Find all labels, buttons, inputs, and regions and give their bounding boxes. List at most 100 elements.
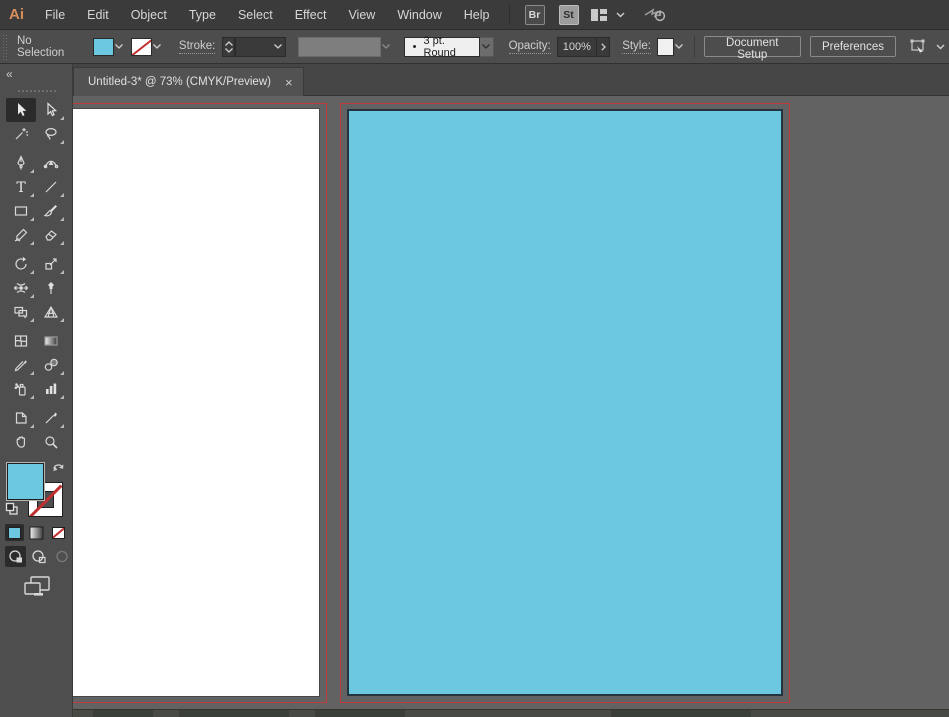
change-screen-mode-icon[interactable] [22,574,52,600]
document-tab-bar: Untitled-3* @ 73% (CMYK/Preview) × [73,64,949,96]
fill-proxy-swatch[interactable] [7,463,44,500]
stock-button[interactable]: St [558,4,579,25]
gradient-tool[interactable] [36,329,66,353]
brush-definition-chevron-icon[interactable] [479,36,494,57]
selection-status: No Selection [17,34,65,59]
document-tab[interactable]: Untitled-3* @ 73% (CMYK/Preview) × [73,67,304,96]
brush-definition-dropdown[interactable]: • 3 pt. Round [403,34,480,59]
perspective-grid-tool[interactable] [36,300,66,324]
canvas-area[interactable] [73,96,949,717]
opacity-chevron-icon[interactable] [597,36,611,57]
fill-stroke-proxy [5,460,69,522]
stroke-color-swatch[interactable] [130,37,152,56]
puppet-warp-tool[interactable] [36,276,66,300]
gpu-performance-icon[interactable] [643,6,667,24]
eyedropper-tool[interactable] [6,353,36,377]
style-chevron-icon[interactable] [674,38,685,56]
opacity-label[interactable]: Opacity: [508,40,551,54]
tools-panel: « T [0,64,73,717]
zoom-tool[interactable] [36,430,66,454]
variable-width-profile-chevron-icon [381,38,392,56]
fill-color-chevron-icon[interactable] [114,38,125,56]
menu-edit[interactable]: Edit [76,0,120,30]
svg-text:T: T [16,180,26,195]
panel-grip[interactable] [2,33,8,60]
status-bar-fragment [611,710,751,717]
stroke-weight-dropdown[interactable] [235,36,286,57]
draw-inside-button [51,546,72,567]
menu-view[interactable]: View [337,0,386,30]
artboard-1[interactable] [73,108,320,697]
status-bar [73,709,949,717]
lasso-tool[interactable] [36,122,66,146]
mesh-tool[interactable] [6,329,36,353]
draw-behind-button[interactable] [28,546,49,567]
artboard-tool[interactable] [6,406,36,430]
preferences-button[interactable]: Preferences [809,36,896,57]
menu-separator [508,4,510,25]
style-swatch[interactable] [656,37,674,56]
rotate-tool[interactable] [6,252,36,276]
magic-wand-tool[interactable] [6,122,36,146]
style-label[interactable]: Style: [622,40,651,54]
symbol-sprayer-tool[interactable] [6,377,36,401]
eraser-tool[interactable] [36,223,66,247]
document-tab-title: Untitled-3* @ 73% (CMYK/Preview) [88,76,271,88]
blend-tool[interactable] [36,353,66,377]
draw-normal-button[interactable] [5,546,26,567]
scale-tool[interactable] [36,252,66,276]
tools-panel-grip[interactable] [18,90,56,92]
app-logo: Ai [9,6,24,23]
curvature-tool[interactable] [36,151,66,175]
column-graph-tool[interactable] [36,377,66,401]
direct-selection-tool[interactable] [36,98,66,122]
drawing-mode-buttons [5,546,72,567]
menu-select[interactable]: Select [227,0,284,30]
stroke-weight-label[interactable]: Stroke: [178,40,216,54]
status-bar-fragment [179,710,289,717]
arrange-documents-icon[interactable] [590,8,608,22]
width-tool[interactable] [6,276,36,300]
control-bar-separator [693,35,695,58]
stroke-weight-stepper[interactable] [222,36,236,57]
menu-window[interactable]: Window [386,0,452,30]
paintbrush-tool[interactable] [36,199,66,223]
menu-effect[interactable]: Effect [284,0,338,30]
stroke-color-chevron-icon[interactable] [152,38,163,56]
menu-help[interactable]: Help [453,0,501,30]
menu-file[interactable]: File [34,0,76,30]
tools-grid: T [6,98,67,454]
shaper-tool[interactable] [6,223,36,247]
selection-tool[interactable] [6,98,36,122]
type-tool[interactable]: T [6,175,36,199]
swap-fill-stroke-icon[interactable] [51,460,66,474]
brush-dot-icon: • [412,40,417,53]
menu-object[interactable]: Object [120,0,178,30]
collapse-panel-button[interactable]: « [6,67,13,81]
shape-builder-tool[interactable] [6,300,36,324]
color-button[interactable] [5,524,24,541]
fill-color-swatch[interactable] [92,37,114,56]
gradient-button[interactable] [27,524,46,541]
pen-tool[interactable] [6,151,36,175]
bridge-button[interactable]: Br [524,4,545,25]
color-chip [8,526,21,539]
selection-options-chevron-icon[interactable] [936,43,945,50]
none-chip [52,526,65,539]
document-setup-button[interactable]: Document Setup [703,36,801,61]
opacity-input[interactable]: 100% [556,36,598,57]
none-button[interactable] [49,524,68,541]
arrange-documents-chevron-icon[interactable] [615,11,625,18]
rectangle-tool[interactable] [6,199,36,223]
artboard-2[interactable] [347,109,783,696]
line-segment-tool[interactable] [36,175,66,199]
default-fill-stroke-icon[interactable] [5,502,19,516]
slice-tool[interactable] [36,406,66,430]
tab-close-icon[interactable]: × [285,76,293,89]
brush-definition-value: 3 pt. Round [423,34,456,59]
selection-options-icon[interactable] [908,38,928,56]
status-bar-fragment [315,710,405,717]
variable-width-profile-dropdown [297,36,381,57]
menu-type[interactable]: Type [178,0,227,30]
hand-tool[interactable] [6,430,36,454]
